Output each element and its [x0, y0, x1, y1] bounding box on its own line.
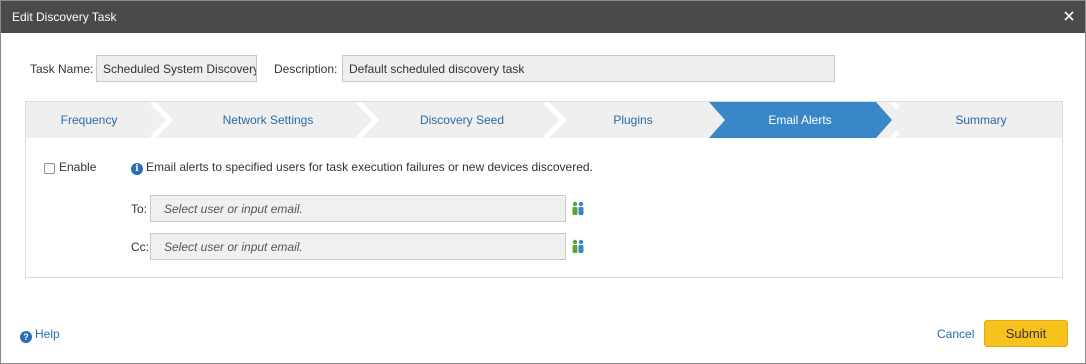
tab-summary[interactable]: Summary: [900, 102, 1062, 138]
cc-email-input[interactable]: Select user or input email.: [150, 233, 566, 260]
info-icon: i: [131, 163, 143, 175]
tab-plugins[interactable]: Plugins: [571, 102, 695, 138]
edit-discovery-task-dialog: Edit Discovery Task Task Name: Scheduled…: [0, 0, 1086, 364]
to-label: To:: [131, 202, 148, 216]
description-label: Description:: [274, 62, 338, 76]
tab-network-settings[interactable]: Network Settings: [178, 102, 358, 138]
close-icon[interactable]: [1062, 9, 1076, 23]
help-label[interactable]: Help: [35, 327, 60, 341]
cc-label: Cc:: [131, 240, 149, 254]
help-icon: ?: [20, 331, 32, 343]
wizard-panel: Frequency Network Settings Discovery See…: [25, 101, 1063, 278]
tab-frequency[interactable]: Frequency: [26, 102, 152, 138]
dialog-title: Edit Discovery Task: [12, 10, 117, 24]
tab-email-alerts[interactable]: Email Alerts: [720, 102, 880, 138]
submit-button[interactable]: Submit: [984, 320, 1068, 347]
email-alerts-info-text: Email alerts to specified users for task…: [146, 160, 593, 174]
enable-label[interactable]: Enable: [59, 160, 96, 174]
to-email-input[interactable]: Select user or input email.: [150, 195, 566, 222]
user-group-icon[interactable]: [571, 201, 585, 216]
tab-discovery-seed[interactable]: Discovery Seed: [384, 102, 540, 138]
task-name-label: Task Name:: [30, 62, 94, 76]
cancel-button[interactable]: Cancel: [937, 327, 974, 341]
wizard-tabs: Frequency Network Settings Discovery See…: [26, 102, 1062, 138]
description-field[interactable]: Default scheduled discovery task: [342, 55, 835, 82]
dialog-titlebar: Edit Discovery Task: [1, 1, 1085, 33]
user-group-icon[interactable]: [571, 239, 585, 254]
enable-checkbox[interactable]: [44, 163, 55, 174]
help-link[interactable]: ? Help: [20, 327, 60, 343]
task-name-field[interactable]: Scheduled System Discovery: [96, 55, 257, 82]
